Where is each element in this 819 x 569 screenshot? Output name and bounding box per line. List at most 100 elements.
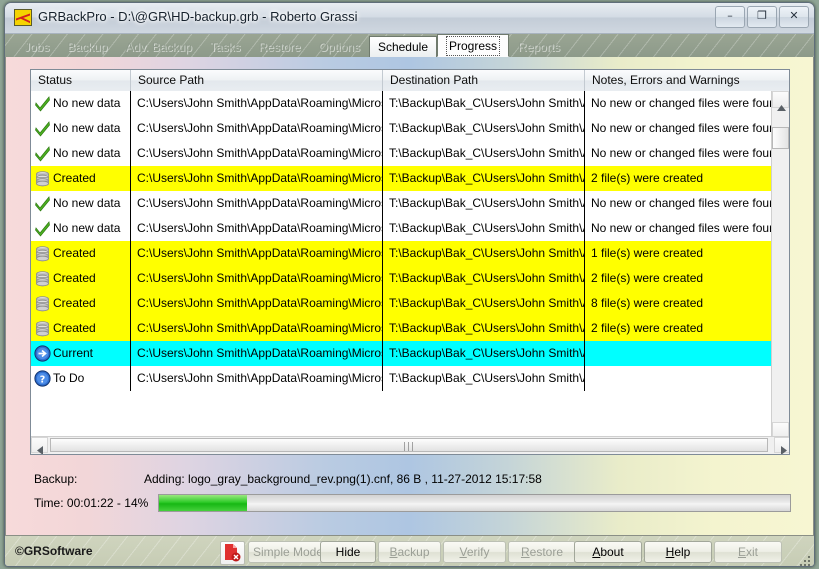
scroll-right-button[interactable] — [774, 437, 789, 454]
table-row[interactable]: Current C:\Users\John Smith\AppData\Roami… — [31, 341, 773, 366]
table-row[interactable]: Created C:\Users\John Smith\AppData\Roami… — [31, 266, 773, 291]
simple-mode-button: Simple Mode — [248, 541, 328, 563]
status-label: Created — [53, 296, 96, 310]
green-check-icon — [34, 220, 51, 237]
column-header-notes[interactable]: Notes, Errors and Warnings — [585, 70, 773, 91]
cell-status: No new data — [31, 191, 131, 216]
button-label-rest: xit — [746, 545, 758, 559]
cell-status: Created — [31, 266, 131, 291]
tab-label: Options — [318, 40, 360, 54]
status-label: To Do — [53, 371, 85, 385]
cell-notes: 2 file(s) were created — [591, 321, 704, 335]
button-label: Hide — [335, 545, 361, 559]
about-button[interactable]: About — [574, 541, 642, 563]
button-label-rest: erify — [466, 545, 490, 559]
cell-status: Created — [31, 241, 131, 266]
tab-options: Options — [310, 36, 369, 57]
table-row[interactable]: No new data C:\Users\John Smith\AppData\R… — [31, 191, 773, 216]
column-header-source[interactable]: Source Path — [131, 70, 383, 91]
cell-status: ? To Do — [31, 366, 131, 391]
tab-label: Adv. Backup — [125, 40, 192, 54]
button-label: Simple Mode — [252, 545, 324, 559]
cell-destination-path: T:\Backup\Bak_C\Users\John Smith\A... — [383, 191, 585, 216]
progress-bar-fill — [159, 495, 248, 511]
cell-status: No new data — [31, 116, 131, 141]
tab-label: Backup — [67, 40, 108, 54]
table-row[interactable]: Created C:\Users\John Smith\AppData\Roami… — [31, 241, 773, 266]
vertical-scroll-thumb[interactable] — [772, 127, 789, 149]
delete-file-icon[interactable] — [220, 541, 245, 565]
table-row[interactable]: ? To Do C:\Users\John Smith\AppData\Roamin… — [31, 366, 773, 391]
tab-adv-backup: Adv. Backup — [116, 36, 200, 57]
cell-destination-path: T:\Backup\Bak_C\Users\John Smith\A... — [383, 291, 585, 316]
cell-notes: No new or changed files were found in t — [591, 146, 773, 160]
horizontal-scroll-thumb[interactable]: ||| — [50, 438, 768, 452]
column-header-status[interactable]: Status — [31, 70, 131, 91]
list-body: No new data C:\Users\John Smith\AppData\R… — [31, 91, 773, 439]
cell-status: Created — [31, 166, 131, 191]
table-row[interactable]: Created C:\Users\John Smith\AppData\Roami… — [31, 316, 773, 341]
scroll-grip-icon: ||| — [402, 442, 416, 452]
button-label-rest: ackup — [397, 545, 430, 559]
column-header-destination[interactable]: Destination Path — [383, 70, 585, 91]
table-row[interactable]: No new data C:\Users\John Smith\AppData\R… — [31, 216, 773, 241]
backup-label: Backup: — [34, 472, 78, 486]
tab-reports: Reports — [509, 36, 569, 57]
blue-arrow-icon — [34, 345, 51, 362]
scroll-up-button[interactable] — [772, 91, 789, 111]
backup-button: Backup — [378, 541, 441, 563]
cell-source-path: C:\Users\John Smith\AppData\Roaming\Micr… — [131, 91, 383, 116]
disk-icon — [34, 245, 51, 262]
status-label: No new data — [53, 146, 121, 160]
list-vertical-scrollbar[interactable] — [771, 91, 789, 442]
tab-label: Progress — [446, 36, 501, 56]
tab-progress[interactable]: Progress — [437, 34, 510, 57]
scroll-left-button[interactable] — [31, 437, 48, 454]
status-label: No new data — [53, 221, 121, 235]
cell-destination-path: T:\Backup\Bak_C\Users\John Smith\A... — [383, 366, 585, 391]
cell-status: No new data — [31, 141, 131, 166]
cell-notes: No new or changed files were found in t — [591, 96, 773, 110]
application-window: GRBackPro - D:\@GR\HD-backup.grb - Rober… — [4, 2, 815, 567]
table-row[interactable]: Created C:\Users\John Smith\AppData\Roami… — [31, 291, 773, 316]
cell-status: No new data — [31, 216, 131, 241]
status-label: No new data — [53, 196, 121, 210]
cell-source-path: C:\Users\John Smith\AppData\Roaming\Micr… — [131, 116, 383, 141]
cell-destination-path: T:\Backup\Bak_C\Users\John Smith\A... — [383, 116, 585, 141]
chevron-right-icon — [781, 442, 787, 454]
table-row[interactable]: Created C:\Users\John Smith\AppData\Roami… — [31, 166, 773, 191]
list-horizontal-scrollbar[interactable]: ||| — [31, 436, 789, 454]
disk-icon — [34, 270, 51, 287]
minimize-button[interactable]: – — [715, 6, 745, 28]
cell-notes: 2 file(s) were created — [591, 171, 704, 185]
hide-button[interactable]: Hide — [320, 541, 376, 563]
tab-backup: Backup — [58, 36, 116, 57]
tab-restore: Restore — [250, 36, 310, 57]
cell-notes: No new or changed files were found in t — [591, 121, 773, 135]
disk-icon — [34, 295, 51, 312]
cell-notes: 1 file(s) were created — [591, 246, 704, 260]
list-header: Status Source Path Destination Path Note… — [31, 70, 789, 92]
minimize-icon: – — [727, 9, 733, 22]
button-label-rest: estore — [529, 545, 564, 559]
resize-grip[interactable] — [799, 554, 811, 566]
status-label: Created — [53, 171, 96, 185]
status-label: Current — [53, 346, 94, 360]
cell-destination-path: T:\Backup\Bak_C\Users\John Smith\A... — [383, 91, 585, 116]
cell-destination-path: T:\Backup\Bak_C\Users\John Smith\A... — [383, 341, 585, 366]
tab-label: Restore — [258, 40, 301, 54]
cell-destination-path: T:\Backup\Bak_C\Users\John Smith\A... — [383, 216, 585, 241]
table-row[interactable]: No new data C:\Users\John Smith\AppData\R… — [31, 141, 773, 166]
bottom-toolbar: ©GRSoftware Simple Mode Hide Backup Verify R… — [5, 535, 814, 566]
progress-panel: Status Source Path Destination Path Note… — [5, 57, 814, 566]
cell-notes — [585, 366, 773, 391]
maximize-button[interactable]: ❐ — [747, 6, 777, 28]
tab-schedule[interactable]: Schedule — [368, 36, 437, 57]
question-icon: ? — [34, 370, 51, 387]
table-row[interactable]: No new data C:\Users\John Smith\AppData\R… — [31, 116, 773, 141]
table-row[interactable]: No new data C:\Users\John Smith\AppData\R… — [31, 91, 773, 116]
green-check-icon — [34, 95, 51, 112]
help-button[interactable]: Help — [644, 541, 712, 563]
close-button[interactable]: ✕ — [779, 6, 809, 28]
exit-button: Exit — [714, 541, 782, 563]
